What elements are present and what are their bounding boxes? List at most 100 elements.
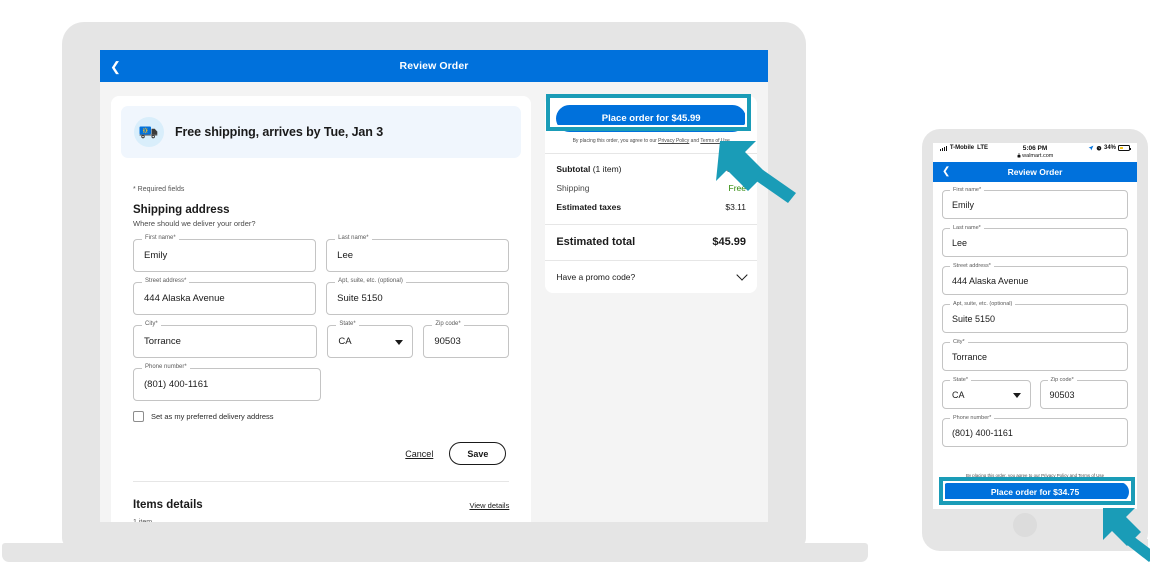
required-fields-note: * Required fields bbox=[133, 186, 185, 193]
total-value: $45.99 bbox=[712, 235, 746, 248]
apt-suite-label: Apt, suite, etc. (optional) bbox=[335, 278, 406, 284]
zip-code-value: 90503 bbox=[434, 336, 461, 347]
phone-first-name-label: First name* bbox=[950, 186, 985, 193]
items-details-title: Items details bbox=[133, 499, 203, 511]
network-type: LTE bbox=[977, 145, 989, 151]
phone-street-address-value: 444 Alaska Avenue bbox=[952, 275, 1029, 286]
legal-prefix: By placing this order, you agree to our bbox=[572, 138, 659, 144]
phone-apt-suite-value: Suite 5150 bbox=[952, 313, 996, 324]
legal-and: and bbox=[689, 138, 701, 144]
apt-suite-value: Suite 5150 bbox=[337, 293, 383, 304]
phone-zip-code-value: 90503 bbox=[1049, 389, 1075, 400]
phone-phone-number-field[interactable]: Phone number* (801) 400-1161 bbox=[942, 414, 1128, 447]
first-name-label: First name* bbox=[142, 235, 179, 241]
last-name-field[interactable]: Last name* Lee bbox=[326, 235, 510, 272]
divider bbox=[133, 481, 510, 482]
phone-apt-suite-field[interactable]: Apt, suite, etc. (optional) Suite 5150 bbox=[942, 300, 1128, 333]
phone-number-label: Phone number* bbox=[142, 364, 190, 370]
annotation-arrow-desktop bbox=[716, 141, 796, 203]
form-row-street: Street address* 444 Alaska Avenue Apt, s… bbox=[133, 278, 510, 315]
cancel-button[interactable]: Cancel bbox=[405, 449, 433, 459]
laptop-base bbox=[2, 543, 868, 562]
phone-number-field[interactable]: Phone number* (801) 400-1161 bbox=[133, 364, 321, 401]
phone-phone-number-value: (801) 400-1161 bbox=[952, 427, 1013, 438]
phone-state-value: CA bbox=[952, 389, 965, 400]
free-shipping-banner: Free shipping, arrives by Tue, Jan 3 bbox=[121, 106, 522, 158]
form-row-city-state-zip: City* Torrance State* CA Zip code* 90503 bbox=[133, 321, 510, 358]
phone-top-bar: ❮ Review Order bbox=[933, 162, 1137, 182]
phone-page-title: Review Order bbox=[1007, 167, 1063, 177]
phone-zip-code-field[interactable]: Zip code* 90503 bbox=[1039, 376, 1128, 409]
chevron-down-icon[interactable] bbox=[1012, 392, 1021, 398]
carrier-name: T-Mobile bbox=[949, 145, 975, 151]
annotation-arrow-mobile bbox=[1103, 508, 1150, 562]
shipping-label: Shipping bbox=[556, 182, 590, 193]
street-address-value: 444 Alaska Avenue bbox=[144, 293, 225, 304]
chevron-down-icon[interactable] bbox=[395, 339, 404, 345]
promo-code-row[interactable]: Have a promo code? bbox=[556, 268, 748, 282]
laptop-top-bar: ❮ Review Order bbox=[100, 50, 768, 82]
phone-city-field[interactable]: City* Torrance bbox=[942, 338, 1128, 371]
items-details-header: Items details View details bbox=[133, 499, 509, 511]
phone-number-value: (801) 400-1161 bbox=[144, 379, 209, 390]
url-text: walmart.com bbox=[1022, 153, 1054, 159]
preferred-address-label: Set as my preferred delivery address bbox=[151, 412, 274, 421]
battery-percent: 34% bbox=[1104, 145, 1117, 151]
phone-screen: T-Mobile LTE 5:06 PM 34% walmart.com ❮ R… bbox=[933, 143, 1137, 509]
shipping-panel: Free shipping, arrives by Tue, Jan 3 * R… bbox=[111, 96, 532, 522]
promo-code-label: Have a promo code? bbox=[556, 271, 636, 282]
form-row-phone: Phone number* (801) 400-1161 bbox=[133, 364, 509, 401]
preferred-address-checkbox[interactable] bbox=[133, 411, 144, 422]
save-button[interactable]: Save bbox=[449, 442, 507, 465]
city-label: City* bbox=[142, 321, 161, 327]
form-row-name: First name* Emily Last name* Lee bbox=[133, 235, 510, 272]
chevron-down-icon[interactable] bbox=[736, 268, 748, 281]
state-select[interactable]: State* CA bbox=[327, 321, 414, 358]
shipping-address-heading: Shipping address bbox=[133, 204, 230, 216]
phone-apt-suite-label: Apt, suite, etc. (optional) bbox=[950, 300, 1016, 307]
phone-first-name-field[interactable]: First name* Emily bbox=[942, 186, 1128, 219]
privacy-policy-link[interactable]: Privacy Policy bbox=[658, 138, 689, 144]
street-address-field[interactable]: Street address* 444 Alaska Avenue bbox=[133, 278, 317, 315]
page-title: Review Order bbox=[399, 60, 469, 72]
form-actions: Cancel Save bbox=[111, 442, 507, 465]
phone-street-address-field[interactable]: Street address* 444 Alaska Avenue bbox=[942, 262, 1128, 295]
phone-state-zip-row: State* CA Zip code* 90503 bbox=[942, 376, 1128, 418]
total-label: Estimated total bbox=[556, 235, 636, 248]
alarm-clock-icon bbox=[1096, 145, 1102, 151]
city-value: Torrance bbox=[144, 336, 181, 347]
city-field[interactable]: City* Torrance bbox=[133, 321, 318, 358]
chevron-left-icon[interactable]: ❮ bbox=[942, 167, 950, 177]
chevron-left-icon[interactable]: ❮ bbox=[110, 60, 121, 73]
phone-form: First name* Emily Last name* Lee Street … bbox=[933, 182, 1137, 447]
apt-suite-field[interactable]: Apt, suite, etc. (optional) Suite 5150 bbox=[326, 278, 510, 315]
subtotal-item-count: (1 item) bbox=[590, 163, 622, 174]
phone-status-bar: T-Mobile LTE 5:06 PM 34% bbox=[933, 143, 1137, 153]
subtotal-label: Subtotal bbox=[556, 163, 591, 174]
status-time: 5:06 PM bbox=[1022, 144, 1048, 152]
taxes-label: Estimated taxes bbox=[556, 201, 622, 212]
view-details-link[interactable]: View details bbox=[469, 501, 509, 510]
phone-state-select[interactable]: State* CA bbox=[942, 376, 1031, 409]
shipping-address-form: First name* Emily Last name* Lee Street … bbox=[133, 235, 510, 401]
summary-divider-2 bbox=[545, 223, 757, 225]
phone-home-button[interactable] bbox=[1013, 513, 1037, 537]
location-arrow-icon bbox=[1088, 145, 1094, 151]
phone-url-bar[interactable]: walmart.com bbox=[933, 153, 1137, 162]
last-name-label: Last name* bbox=[335, 235, 372, 241]
signal-bars-icon bbox=[940, 145, 947, 151]
zip-code-field[interactable]: Zip code* 90503 bbox=[423, 321, 510, 358]
phone-city-value: Torrance bbox=[952, 351, 988, 362]
phone-last-name-label: Last name* bbox=[950, 224, 984, 231]
laptop-content: Free shipping, arrives by Tue, Jan 3 * R… bbox=[100, 82, 768, 522]
state-value: CA bbox=[338, 336, 352, 347]
street-address-label: Street address* bbox=[142, 278, 190, 284]
screenshot-stage: ❮ Review Order Free shipping, arrives by… bbox=[0, 0, 1150, 578]
preferred-address-row[interactable]: Set as my preferred delivery address bbox=[133, 411, 509, 422]
state-label: State* bbox=[336, 321, 359, 327]
phone-street-address-label: Street address* bbox=[950, 262, 994, 269]
phone-last-name-field[interactable]: Last name* Lee bbox=[942, 224, 1128, 257]
delivery-truck-icon bbox=[134, 117, 164, 147]
first-name-field[interactable]: First name* Emily bbox=[133, 235, 317, 272]
shipping-address-subtitle: Where should we deliver your order? bbox=[133, 219, 256, 228]
